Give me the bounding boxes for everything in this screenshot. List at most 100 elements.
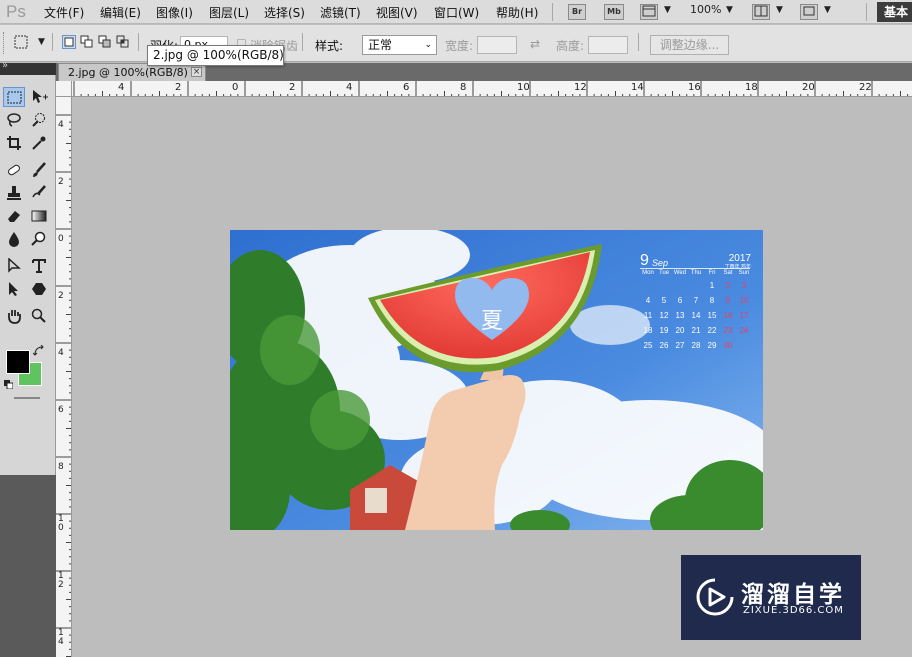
menu-help[interactable]: 帮助(H) — [496, 4, 538, 21]
dodge-tool[interactable] — [28, 229, 50, 249]
chevron-down-icon[interactable]: ▼ — [726, 5, 733, 15]
calendar-day: 7 — [693, 296, 699, 305]
width-label: 宽度: — [445, 39, 474, 53]
ruler-label: 6 — [58, 405, 64, 415]
menu-view[interactable]: 视图(V) — [376, 4, 418, 21]
ruler-label: 2 — [58, 291, 64, 301]
ruler-label: 8 — [460, 82, 467, 93]
horizontal-ruler[interactable]: 4 2 0 2 4 6 8 10 12 14 16 18 20 22 — [72, 81, 912, 97]
calendar-day: 15 — [707, 311, 717, 320]
menu-filter[interactable]: 滤镜(T) — [320, 4, 361, 21]
ruler-label: 8 — [58, 462, 64, 472]
stamp-icon — [7, 186, 21, 200]
ruler-label: 22 — [859, 82, 872, 93]
crop-tool[interactable] — [3, 133, 25, 153]
subtract-selection-icon[interactable] — [98, 35, 112, 49]
history-brush-tool[interactable] — [28, 183, 50, 203]
quick-selection-tool[interactable] — [28, 110, 50, 130]
calendar-day: 27 — [675, 341, 685, 350]
brush-icon — [33, 162, 46, 177]
menu-select[interactable]: 选择(S) — [264, 4, 305, 21]
lasso-icon — [7, 113, 21, 127]
workspace-switcher[interactable]: 基本 — [877, 2, 912, 22]
clone-stamp-tool[interactable] — [3, 183, 25, 203]
bridge-button[interactable]: Br — [568, 4, 586, 20]
height-label: 高度: — [556, 39, 585, 53]
ruler-label: 1 2 — [58, 571, 64, 590]
hand-tool[interactable] — [3, 306, 25, 326]
zoom-level[interactable]: 100% — [690, 3, 721, 16]
swap-dimensions-icon[interactable]: ⇄ — [530, 37, 540, 51]
add-selection-icon[interactable] — [80, 35, 94, 49]
foreground-color-swatch[interactable] — [6, 350, 30, 374]
calendar-day: 4 — [645, 296, 651, 305]
lasso-tool[interactable] — [3, 110, 25, 130]
new-selection-icon[interactable] — [62, 35, 76, 49]
calendar-day: 1 — [709, 281, 715, 290]
default-colors-icon[interactable] — [4, 378, 14, 390]
menu-window[interactable]: 窗口(W) — [434, 4, 479, 21]
spot-healing-tool[interactable] — [3, 160, 25, 180]
menu-file[interactable]: 文件(F) — [44, 4, 84, 21]
direct-selection-tool[interactable] — [3, 279, 25, 299]
options-grip[interactable] — [3, 32, 6, 54]
brush-tool[interactable] — [28, 160, 50, 180]
move-icon — [33, 90, 48, 103]
calendar-weekday: Wed — [673, 270, 687, 276]
width-input[interactable] — [477, 36, 517, 54]
options-bar: ▼ 羽化: 0 px ☐ 消除锯齿 样式: 正常 ⌄ 宽度: ⇄ 高度: 调整边… — [0, 25, 912, 62]
swap-colors-icon[interactable] — [32, 344, 45, 357]
style-select[interactable]: 正常 ⌄ — [362, 35, 437, 55]
path-selection-tool[interactable] — [3, 256, 25, 276]
eraser-tool[interactable] — [3, 206, 25, 226]
quick-mask-button[interactable] — [14, 397, 40, 399]
style-select-value: 正常 — [368, 38, 393, 52]
chevron-down-icon[interactable]: ▼ — [38, 37, 45, 47]
chevron-down-icon[interactable]: ▼ — [776, 5, 783, 15]
height-input[interactable] — [588, 36, 628, 54]
type-tool[interactable] — [28, 256, 50, 276]
calendar-day: 3 — [741, 281, 747, 290]
arrange-documents-button[interactable] — [752, 4, 770, 20]
eyedropper-icon — [32, 136, 46, 150]
view-extras-button[interactable] — [640, 4, 658, 20]
ruler-origin[interactable] — [56, 81, 72, 97]
rect-marquee-preset-icon[interactable] — [14, 35, 28, 49]
gradient-tool[interactable] — [28, 206, 50, 226]
chevron-down-icon[interactable]: ▼ — [664, 5, 671, 15]
menu-layer[interactable]: 图层(L) — [209, 4, 249, 21]
minibridge-button[interactable]: Mb — [604, 4, 624, 20]
rect-marquee-tool[interactable] — [3, 87, 25, 107]
menu-edit[interactable]: 编辑(E) — [100, 4, 141, 21]
chevron-down-icon: ⌄ — [424, 40, 432, 50]
calendar-day: 17 — [739, 311, 749, 320]
zoom-tool[interactable] — [28, 306, 50, 326]
calendar-weekdays: Mon Tue Wed Thu Fri Sat Sun — [640, 270, 752, 278]
close-icon[interactable]: × — [191, 67, 202, 77]
screen-mode-button[interactable] — [800, 4, 818, 20]
menu-image[interactable]: 图像(I) — [156, 4, 193, 21]
shape-tool[interactable] — [28, 279, 50, 299]
gradient-icon — [31, 210, 47, 222]
collapse-icon[interactable]: » — [2, 60, 8, 71]
document-image[interactable]: 夏 9 Sep 2017 丁酉年 鸡年 Mon Tue Wed Thu Fri Sat Su… — [230, 230, 763, 530]
move-tool[interactable] — [28, 87, 50, 107]
dodge-icon — [31, 231, 46, 246]
arrange-icon — [754, 5, 768, 17]
ruler-label: 0 — [58, 234, 64, 244]
tools-panel-header[interactable]: » — [0, 60, 56, 75]
calendar-day: 29 — [707, 341, 717, 350]
ruler-label: 4 — [118, 82, 125, 93]
blur-tool[interactable] — [3, 229, 25, 249]
eyedropper-tool[interactable] — [28, 133, 50, 153]
pen-icon — [8, 258, 21, 273]
refine-edge-button[interactable]: 调整边缘... — [650, 35, 729, 55]
rect-marquee-icon — [7, 91, 22, 104]
ruler-label: 4 — [58, 348, 64, 358]
vertical-ruler[interactable]: 4 2 0 2 4 6 8 1 0 1 2 1 4 — [56, 97, 72, 657]
intersect-selection-icon[interactable] — [116, 35, 130, 49]
chevron-down-icon[interactable]: ▼ — [824, 5, 831, 15]
calendar-weekday: Sat — [723, 270, 733, 276]
calendar-weekday: Thu — [690, 270, 702, 276]
eraser-icon — [8, 211, 20, 222]
